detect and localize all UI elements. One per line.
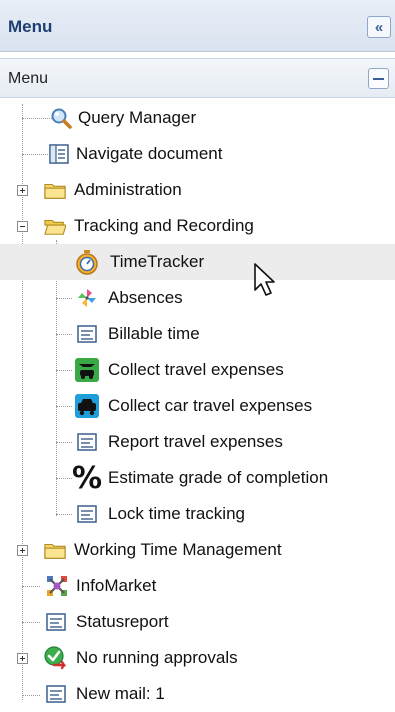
tree-folder-tracking-and-recording[interactable]: Tracking and Recording (0, 208, 395, 244)
list-document-icon (46, 613, 66, 631)
collapse-section-button[interactable] (368, 68, 389, 89)
collapse-toggle[interactable] (17, 221, 28, 232)
tree-item-label: Billable time (108, 324, 200, 343)
tree-item-collect-travel-expenses[interactable]: Collect travel expenses (0, 352, 395, 388)
tree-item-label: Estimate grade of completion (108, 468, 329, 487)
tree-item-timetracker[interactable]: TimeTracker (0, 244, 395, 280)
tree-item-label: New mail: 1 (76, 684, 165, 703)
menu-section-header[interactable]: Menu (0, 58, 395, 98)
tree-folder-no-running-approvals[interactable]: No running approvals (0, 640, 395, 676)
expand-toggle[interactable] (17, 653, 28, 664)
collapse-panel-button[interactable]: « (367, 16, 391, 38)
expand-toggle[interactable] (17, 185, 28, 196)
tree-item-label: Collect car travel expenses (108, 396, 313, 415)
tree-item-label: Report travel expenses (108, 432, 283, 451)
tree-item-label: TimeTracker (110, 252, 205, 271)
list-document-icon (46, 685, 66, 703)
tree-item-absences[interactable]: Absences (0, 280, 395, 316)
stopwatch-icon (76, 250, 98, 275)
list-document-icon (77, 433, 97, 451)
menu-section-title: Menu (8, 70, 49, 87)
tree-item-lock-time-tracking[interactable]: Lock time tracking (0, 496, 395, 532)
tree-folder-administration[interactable]: Administration (0, 172, 395, 208)
car-icon (75, 394, 99, 418)
tree-item-label: Statusreport (76, 612, 169, 631)
infomarket-icon (47, 576, 67, 596)
tree-item-label: InfoMarket (76, 576, 157, 595)
pinwheel-icon (78, 289, 96, 307)
tree-item-label: Navigate document (76, 144, 223, 163)
approval-check-icon (44, 646, 67, 670)
tree-item-label: Working Time Management (74, 540, 282, 559)
tree-item-label: Tracking and Recording (74, 216, 254, 235)
expand-toggle[interactable] (17, 545, 28, 556)
tree-item-new-mail[interactable]: New mail: 1 (0, 676, 395, 712)
tree-item-statusreport[interactable]: Statusreport (0, 604, 395, 640)
tree-item-label: Administration (74, 180, 182, 199)
tree-item-query-manager[interactable]: Query Manager (0, 100, 395, 136)
tree-item-billable-time[interactable]: Billable time (0, 316, 395, 352)
tree-item-label: Absences (108, 288, 183, 307)
tree-item-navigate-document[interactable]: Navigate document (0, 136, 395, 172)
plane-car-icon (75, 358, 99, 382)
tree-folder-working-time-management[interactable]: Working Time Management (0, 532, 395, 568)
document-nav-icon (49, 144, 69, 164)
list-document-icon (77, 505, 97, 523)
tree-item-report-travel-expenses[interactable]: Report travel expenses (0, 424, 395, 460)
folder-icon (44, 543, 66, 559)
double-chevron-left-icon: « (374, 18, 384, 36)
tree-item-estimate-grade-of-completion[interactable]: % Estimate grade of completion (0, 460, 395, 496)
panel-title: Menu (8, 17, 53, 36)
percent-icon: % (72, 461, 103, 496)
list-document-icon (77, 325, 97, 343)
panel-header: Menu « (0, 0, 395, 52)
magnifier-icon (51, 108, 72, 129)
folder-icon (44, 183, 66, 199)
tree-item-infomarket[interactable]: InfoMarket (0, 568, 395, 604)
tree-item-label: Collect travel expenses (108, 360, 284, 379)
tree-item-label: Lock time tracking (108, 504, 245, 523)
tree-item-collect-car-travel-expenses[interactable]: Collect car travel expenses (0, 388, 395, 424)
folder-open-icon (44, 219, 66, 235)
mouse-cursor-icon (254, 263, 275, 296)
tree-item-label: Query Manager (78, 108, 197, 127)
tree-item-label: No running approvals (76, 648, 238, 667)
